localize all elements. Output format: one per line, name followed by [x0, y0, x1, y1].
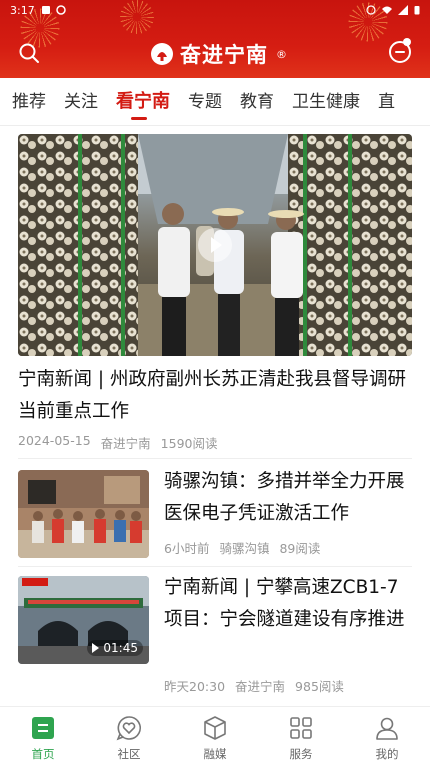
app-notification-icon: [55, 5, 66, 15]
source-name: 奋进宁南: [235, 679, 286, 694]
signal-icon: [398, 5, 408, 15]
tab-ningnan[interactable]: 看宁南: [104, 78, 170, 125]
nav-media[interactable]: 融媒: [172, 707, 258, 766]
nav-label: 首页: [31, 747, 55, 761]
app-name: 奋进宁南: [180, 43, 268, 67]
play-icon: [92, 643, 100, 653]
read-count: 985阅读: [295, 679, 344, 694]
video-thumbnail[interactable]: 01:45: [18, 576, 149, 664]
wifi-icon: [382, 6, 392, 14]
divider: [18, 566, 412, 567]
nav-community[interactable]: 社区: [86, 707, 172, 766]
divider: [18, 458, 412, 459]
nav-label: 社区: [117, 747, 141, 761]
channel-tabs: 推荐 关注 看宁南 专题 教育 卫生健康 直: [0, 78, 430, 126]
battery-icon: [414, 6, 420, 15]
nav-services[interactable]: 服务: [258, 707, 344, 766]
thumbnail-photo: [18, 470, 149, 558]
read-count: 1590阅读: [160, 436, 218, 451]
tab-health[interactable]: 卫生健康: [280, 78, 360, 125]
logo-mark-icon: [151, 43, 173, 65]
source-name: 奋进宁南: [100, 436, 151, 451]
status-bar: 3:17: [0, 0, 430, 20]
news-feed[interactable]: 宁南新闻 | 州政府副州长苏正清赴我县督导调研当前重点工作 2024-05-15…: [0, 126, 430, 706]
app-header: 3:17 奋进宁南 ®: [0, 0, 430, 78]
hero-image[interactable]: [18, 134, 412, 356]
hero-headline[interactable]: 宁南新闻 | 州政府副州长苏正清赴我县督导调研当前重点工作: [18, 364, 414, 428]
status-time: 3:17: [10, 3, 35, 17]
user-icon: [376, 717, 398, 740]
play-icon[interactable]: [198, 228, 232, 262]
news-meta: 昨天20:30 奋进宁南 985阅读: [164, 676, 344, 695]
bottom-navigation: 首页 社区 融媒 服务 我的: [0, 706, 430, 766]
publish-time: 昨天20:30: [164, 679, 226, 694]
alarm-icon: [366, 5, 376, 15]
search-icon[interactable]: [18, 42, 40, 64]
tab-follow[interactable]: 关注: [52, 78, 98, 125]
registered-mark: ®: [276, 47, 287, 61]
video-duration: 01:45: [87, 640, 143, 656]
home-icon: [32, 717, 54, 739]
people-figures: [158, 203, 304, 356]
read-count: 89阅读: [279, 541, 321, 556]
tab-live[interactable]: 直: [366, 78, 395, 125]
hero-meta: 2024-05-15 奋进宁南 1590阅读: [18, 433, 217, 452]
nav-label: 我的: [375, 747, 399, 761]
publish-time: 6小时前: [164, 541, 210, 556]
tab-education[interactable]: 教育: [228, 78, 274, 125]
publish-date: 2024-05-15: [18, 433, 91, 448]
grid-icon: [290, 717, 312, 739]
news-headline[interactable]: 宁南新闻 | 宁攀高速ZCB1-7项目：宁会隧道建设有序推进: [164, 572, 412, 636]
heart-chat-icon: [116, 716, 141, 741]
news-thumbnail: [18, 470, 149, 558]
nav-home[interactable]: 首页: [0, 707, 86, 766]
list-item[interactable]: 骑骡沟镇：多措并举全力开展医保电子凭证激活工作 6小时前 骑骡沟镇 89阅读: [18, 466, 412, 570]
source-name: 骑骡沟镇: [219, 541, 270, 556]
duration-text: 01:45: [103, 641, 138, 655]
news-meta: 6小时前 骑骡沟镇 89阅读: [164, 538, 320, 557]
message-icon[interactable]: [386, 36, 414, 64]
list-item[interactable]: 01:45 宁南新闻 | 宁攀高速ZCB1-7项目：宁会隧道建设有序推进 昨天2…: [18, 574, 412, 700]
app-logo: 奋进宁南 ®: [150, 39, 287, 69]
cube-icon: [204, 716, 226, 740]
tab-recommend[interactable]: 推荐: [0, 78, 46, 125]
news-headline[interactable]: 骑骡沟镇：多措并举全力开展医保电子凭证激活工作: [164, 466, 412, 530]
nav-profile[interactable]: 我的: [344, 707, 430, 766]
tab-topics[interactable]: 专题: [176, 78, 222, 125]
nav-label: 融媒: [203, 747, 227, 761]
notification-icon: [41, 6, 50, 14]
nav-label: 服务: [289, 747, 313, 761]
